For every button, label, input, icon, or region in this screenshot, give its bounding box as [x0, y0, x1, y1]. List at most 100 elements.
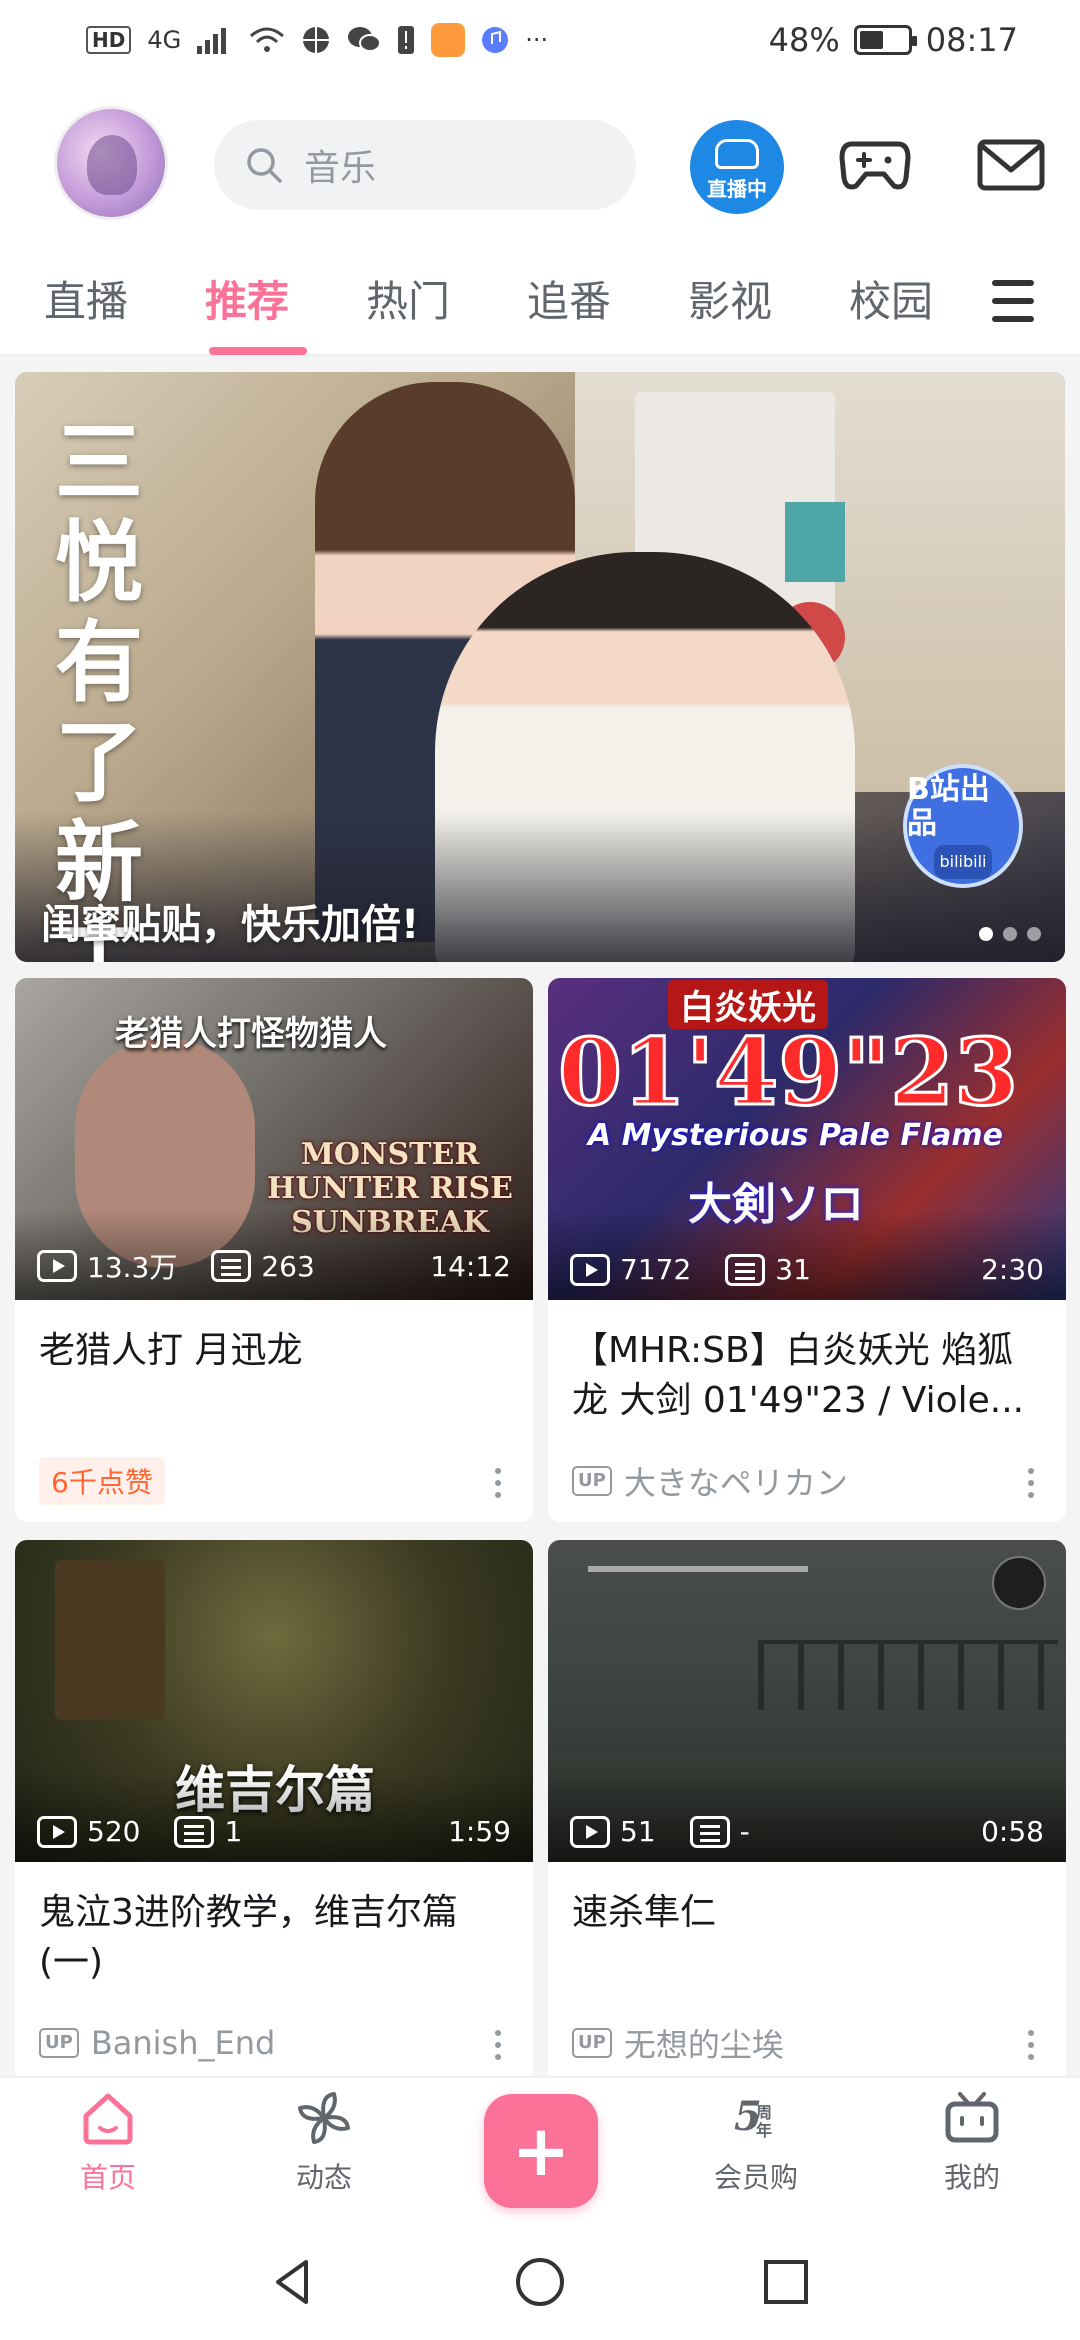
danmaku-icon	[174, 1815, 215, 1848]
svg-text:年: 年	[756, 2121, 772, 2140]
category-tabs: 直播 推荐 热门 追番 影视 校园	[0, 250, 1080, 356]
messages-button[interactable]	[974, 130, 1048, 200]
tab-hot[interactable]: 热门	[366, 249, 527, 355]
alert-icon	[398, 26, 415, 54]
badge-sub: bilibili	[933, 845, 993, 879]
video-title[interactable]: 【MHR:SB】白炎妖光 焰狐龙 大剑 01'49"23 / Viole...	[548, 1300, 1066, 1440]
tab-anime[interactable]: 追番	[527, 249, 688, 355]
banner-calligraphy: 三悦有了新工作	[55, 410, 144, 962]
nav-me-label: 我的	[943, 2161, 1000, 2194]
video-stats: 520 1 1:59	[37, 1815, 511, 1848]
video-thumbnail[interactable]: 老猎人打怪物猎人 MONSTER HUNTER RISE SUNBREAK 13…	[15, 978, 533, 1300]
video-meta: 6千点赞	[15, 1440, 533, 1522]
carousel-dot	[1003, 927, 1017, 941]
wechat-icon	[348, 27, 382, 52]
up-badge-icon: UP	[572, 1466, 612, 1496]
more-options-icon[interactable]	[1028, 1468, 1036, 1498]
status-icons: HD 4G ···	[86, 23, 548, 57]
uploader[interactable]: UP 大きなペリカン	[572, 1458, 848, 1504]
danmaku-icon	[211, 1250, 252, 1282]
video-stats: 13.3万 263 14:12	[37, 1246, 511, 1286]
video-stats: 51 - 0:58	[570, 1815, 1044, 1848]
more-notifications-icon: ···	[525, 26, 549, 54]
banner-caption: 闺蜜贴贴，快乐加倍!	[41, 902, 420, 948]
video-thumbnail[interactable]: 51 - 0:58	[548, 1540, 1066, 1862]
nav-home-label: 首页	[79, 2161, 136, 2194]
music-app-icon	[482, 27, 509, 53]
video-title[interactable]: 老猎人打 月迅龙	[15, 1300, 533, 1440]
video-thumbnail[interactable]: 白炎妖光 01'49"23 A Mysterious Pale Flame 大剣…	[548, 978, 1066, 1300]
video-meta: UP 无想的尘埃	[548, 2002, 1066, 2084]
signal-icon	[197, 28, 227, 54]
uploader[interactable]: UP Banish_End	[39, 2024, 275, 2062]
likes-badge: 6千点赞	[39, 1457, 165, 1505]
video-card[interactable]: 51 - 0:58 速杀隼仁 UP 无想的尘埃	[548, 1540, 1066, 2084]
promo-banner[interactable]: 三悦有了新工作 闺蜜贴贴，快乐加倍! B站出品 bilibili	[15, 372, 1065, 962]
bilibili-original-badge: B站出品 bilibili	[903, 764, 1023, 888]
play-count-icon	[37, 1815, 77, 1848]
video-title[interactable]: 鬼泣3进阶教学，维吉尔篇(一)	[15, 1862, 533, 2002]
game-center-button[interactable]	[838, 130, 912, 200]
uploader[interactable]: UP 无想的尘埃	[572, 2020, 784, 2066]
recents-icon[interactable]	[758, 2254, 814, 2310]
upload-plus-button[interactable]: +	[484, 2094, 598, 2208]
nav-me[interactable]: 我的	[902, 2088, 1042, 2196]
thumb-scene	[55, 1560, 165, 1720]
user-avatar[interactable]	[54, 106, 168, 220]
back-icon[interactable]	[266, 2254, 322, 2310]
search-icon	[247, 148, 282, 183]
network-4g-indicator: 4G	[147, 26, 182, 54]
video-thumbnail[interactable]: 维吉尔篇 520 1 1:59	[15, 1540, 533, 1862]
play-count: 520	[87, 1815, 141, 1848]
video-duration: 1:59	[448, 1815, 511, 1848]
video-duration: 0:58	[981, 1815, 1044, 1848]
danmaku-icon	[725, 1253, 766, 1286]
video-meta: UP 大きなペリカン	[548, 1440, 1066, 1522]
play-count: 13.3万	[87, 1251, 178, 1284]
app-notification-icon	[431, 23, 466, 57]
5th-anniversary-icon: 5周年	[734, 2093, 772, 2140]
tab-film[interactable]: 影视	[688, 249, 849, 355]
mail-icon	[977, 139, 1045, 191]
video-meta: UP Banish_End	[15, 2002, 533, 2084]
live-label: 直播中	[707, 177, 767, 201]
up-badge-icon: UP	[39, 2028, 79, 2058]
nav-dynamic[interactable]: 动态	[254, 2088, 394, 2196]
tab-live[interactable]: 直播	[44, 249, 205, 355]
nav-mall[interactable]: 5周年 会员购	[686, 2088, 826, 2196]
danmaku-icon	[689, 1815, 730, 1848]
tab-recommend[interactable]: 推荐	[205, 249, 366, 355]
game-hud-bar	[588, 1566, 808, 1572]
play-count: 51	[620, 1815, 656, 1848]
tab-campus[interactable]: 校园	[849, 249, 1010, 355]
play-count: 7172	[620, 1253, 692, 1286]
search-bar[interactable]: 音乐	[214, 120, 636, 210]
thumb-scene	[758, 1640, 1058, 1710]
play-count-icon	[570, 1815, 610, 1848]
gamepad-icon	[839, 141, 911, 190]
search-placeholder: 音乐	[304, 148, 377, 189]
video-card[interactable]: 维吉尔篇 520 1 1:59 鬼泣3进阶教学，维吉尔篇(一) UP Banis…	[15, 1540, 533, 2084]
uploader-name: Banish_End	[90, 2024, 276, 2062]
home-circle-icon[interactable]	[512, 2254, 568, 2310]
video-card[interactable]: 白炎妖光 01'49"23 A Mysterious Pale Flame 大剣…	[548, 978, 1066, 1522]
nav-home[interactable]: 首页	[38, 2088, 178, 2196]
more-options-icon[interactable]	[1028, 2030, 1036, 2060]
game-hud-orb	[992, 1556, 1046, 1610]
danmaku-count: 263	[261, 1249, 315, 1283]
danmaku-count: 1	[224, 1815, 243, 1848]
basketball-icon	[303, 27, 330, 53]
video-title[interactable]: 速杀隼仁	[548, 1862, 1066, 2002]
tv-icon	[945, 2092, 999, 2143]
clock: 08:17	[925, 21, 1018, 59]
video-stats: 7172 31 2:30	[570, 1253, 1044, 1286]
more-options-icon[interactable]	[495, 2030, 503, 2060]
more-options-icon[interactable]	[495, 1468, 503, 1498]
video-card[interactable]: 老猎人打怪物猎人 MONSTER HUNTER RISE SUNBREAK 13…	[15, 978, 533, 1522]
uploader-name: 大きなペリカン	[623, 1464, 848, 1502]
top-header: 音乐 直播中	[0, 80, 1080, 250]
thumb-caption: 老猎人打怪物猎人	[115, 1014, 387, 1054]
up-badge-icon: UP	[572, 2028, 612, 2058]
live-streaming-button[interactable]: 直播中	[690, 120, 784, 214]
hamburger-menu-icon[interactable]	[992, 280, 1034, 322]
